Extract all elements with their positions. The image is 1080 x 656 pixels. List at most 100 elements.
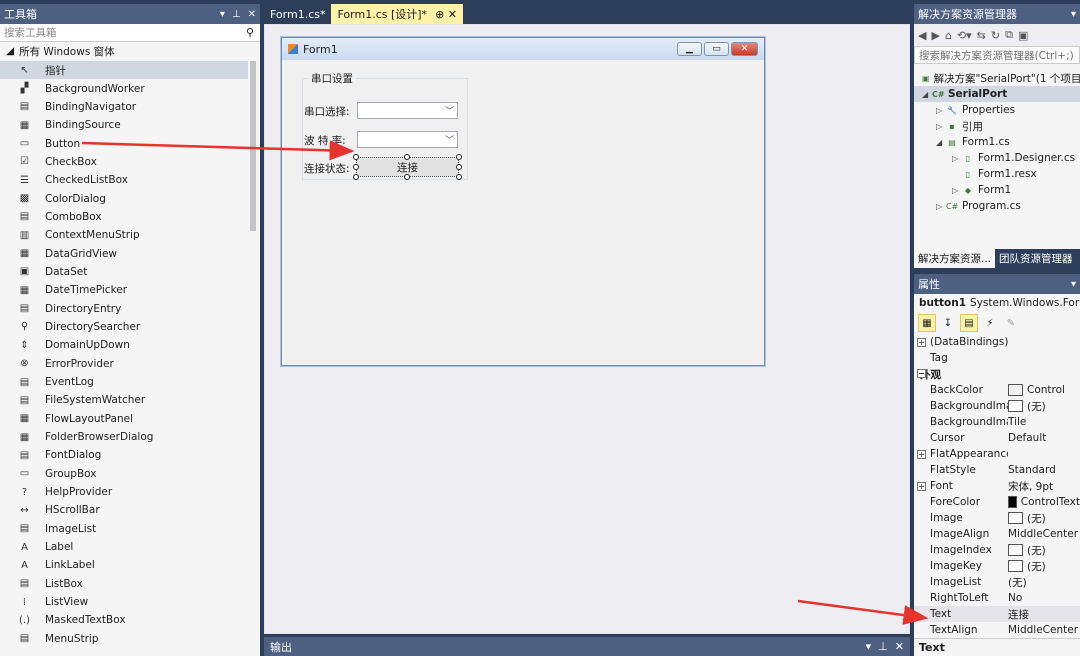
property-row[interactable]: + FlatAppearance [914, 446, 1080, 462]
toolbox-item[interactable]: ▤ DirectoryEntry [0, 299, 248, 317]
maximize-icon[interactable]: ▭ [704, 42, 729, 56]
resize-handle[interactable] [353, 164, 359, 170]
toolbox-item[interactable]: ▦ FlowLayoutPanel [0, 410, 248, 428]
status-label[interactable]: 连接状态: [304, 161, 350, 176]
toolbox-item[interactable]: ▞ BackgroundWorker [0, 79, 248, 97]
toolbox-item[interactable]: A LinkLabel [0, 556, 248, 574]
refresh-icon[interactable]: ↻ [991, 29, 1000, 42]
baud-combobox[interactable]: ﹀ [357, 131, 458, 148]
expand-plus-icon[interactable]: + [917, 450, 926, 459]
property-value-cell[interactable]: 连接 [1008, 607, 1080, 622]
baud-label[interactable]: 波 特 率: [304, 133, 346, 148]
tree-item[interactable]: ▯ Form1.resx [914, 166, 1080, 182]
output-panel-bar[interactable]: 输出 ▾ ⊥ ✕ [264, 637, 910, 656]
tree-item[interactable]: ▷ ◆ Form1 [914, 182, 1080, 198]
expand-arrow-icon[interactable]: ◢ [936, 138, 946, 147]
property-row[interactable]: ImageList (无) [914, 574, 1080, 590]
show-all-icon[interactable]: ▣ [1018, 29, 1028, 42]
tree-item[interactable]: ◢ C# SerialPort [914, 86, 1080, 102]
property-value-cell[interactable]: (无) [1008, 543, 1080, 558]
property-value-cell[interactable]: Default [1008, 432, 1080, 444]
property-value-cell[interactable]: ControlText [1008, 496, 1080, 508]
property-value-cell[interactable]: MiddleCenter [1008, 624, 1080, 636]
property-category[interactable]: − 外观 [914, 366, 1080, 382]
property-value-cell[interactable]: MiddleCenter [1008, 528, 1080, 540]
property-value-cell[interactable]: (无) [1008, 559, 1080, 574]
pin-icon[interactable]: ⊥ [878, 640, 888, 653]
expand-arrow-icon[interactable]: ▷ [936, 122, 946, 131]
toolbox-group-header[interactable]: ◢ 所有 Windows 窗体 [0, 42, 260, 60]
expand-arrow-icon[interactable]: ▷ [936, 202, 946, 211]
toolbox-item[interactable]: ▦ DateTimePicker [0, 281, 248, 299]
history-icon[interactable]: ⟲▾ [957, 29, 972, 42]
design-surface[interactable]: Form1 ▁ ▭ ✕ 串口设置 串口选择: ﹀ 波 特 率: ﹀ 连接状态: … [264, 24, 910, 634]
property-row[interactable]: ImageKey (无) [914, 558, 1080, 574]
resize-handle[interactable] [456, 164, 462, 170]
minimize-icon[interactable]: ▁ [677, 42, 702, 56]
events-lightning-icon[interactable]: ⚡ [981, 314, 999, 332]
solution-tab[interactable]: 团队资源管理器 [995, 249, 1077, 268]
property-value-cell[interactable]: (无) [1008, 575, 1080, 590]
sync-icon[interactable]: ⇆ [977, 29, 986, 42]
property-value-cell[interactable]: Control [1008, 384, 1080, 396]
close-window-icon[interactable]: ✕ [731, 42, 758, 56]
property-value-cell[interactable]: 宋体, 9pt [1008, 479, 1080, 494]
property-row[interactable]: Tag [914, 350, 1080, 366]
tree-item[interactable]: ◢ ▤ Form1.cs [914, 134, 1080, 150]
tree-item[interactable]: ▷ 🔧 Properties [914, 102, 1080, 118]
property-row[interactable]: FlatStyle Standard [914, 462, 1080, 478]
toolbox-item[interactable]: ⁞ ListView [0, 593, 248, 611]
property-row[interactable]: TextAlign MiddleCenter [914, 622, 1080, 638]
property-row[interactable]: BackColor Control [914, 382, 1080, 398]
toolbox-item[interactable]: (.) MaskedTextBox [0, 611, 248, 629]
property-value-cell[interactable]: (无) [1008, 399, 1080, 414]
dropdown-icon[interactable]: ▾ [1071, 9, 1076, 20]
tree-item[interactable]: ▷ ▪ 引用 [914, 118, 1080, 134]
property-value-cell[interactable]: Tile [1008, 416, 1080, 428]
toolbox-scrollbar[interactable] [250, 61, 256, 231]
alphabetical-icon[interactable]: ↧ [939, 314, 957, 332]
home-icon[interactable]: ⌂ [945, 29, 952, 42]
collapse-minus-icon[interactable]: − [917, 368, 926, 378]
resize-handle[interactable] [353, 154, 359, 160]
expand-arrow-icon[interactable]: ◢ [922, 90, 932, 99]
property-value-cell[interactable]: (无) [1008, 511, 1080, 526]
property-row[interactable]: Image (无) [914, 510, 1080, 526]
expand-plus-icon[interactable]: + [917, 338, 926, 347]
expand-plus-icon[interactable]: + [917, 482, 926, 491]
property-row[interactable]: + Font 宋体, 9pt [914, 478, 1080, 494]
property-pages-icon[interactable]: ✎ [1002, 314, 1020, 332]
toolbox-item[interactable]: ⊗ ErrorProvider [0, 355, 248, 373]
toolbox-item[interactable]: ▤ EventLog [0, 373, 248, 391]
categorized-icon[interactable]: ▦ [918, 314, 936, 332]
toolbox-item[interactable]: ↔ HScrollBar [0, 501, 248, 519]
toolbox-item[interactable]: ▤ BindingNavigator [0, 98, 248, 116]
property-row[interactable]: ImageAlign MiddleCenter [914, 526, 1080, 542]
toolbox-item[interactable]: ▦ DataGridView [0, 244, 248, 262]
toolbox-item[interactable]: ▤ MenuStrip [0, 630, 248, 648]
resize-handle[interactable] [404, 174, 410, 180]
search-icon[interactable]: ⚲ [246, 26, 254, 39]
toolbox-item[interactable]: ⚲ DirectorySearcher [0, 318, 248, 336]
toolbox-item[interactable]: A Label [0, 538, 248, 556]
toolbox-item[interactable]: ⇕ DomainUpDown [0, 336, 248, 354]
property-row[interactable]: BackgroundImage (无) [914, 398, 1080, 414]
property-row[interactable]: BackgroundImageLayoutTile [914, 414, 1080, 430]
expand-arrow-icon[interactable]: ▷ [952, 186, 962, 195]
property-row[interactable]: Text 连接 [914, 606, 1080, 622]
port-label[interactable]: 串口选择: [304, 104, 350, 119]
toolbox-item[interactable]: ☰ CheckedListBox [0, 171, 248, 189]
property-row[interactable]: ForeColor ControlText [914, 494, 1080, 510]
form-client-area[interactable]: 串口设置 串口选择: ﹀ 波 特 率: ﹀ 连接状态: 连接 [286, 64, 760, 361]
toolbox-item[interactable]: ▦ BindingSource [0, 116, 248, 134]
toolbox-search-input[interactable]: 搜索工具箱 ⚲ [0, 24, 260, 42]
resize-handle[interactable] [456, 174, 462, 180]
close-icon[interactable]: ✕ [248, 9, 256, 20]
pin-close-icon[interactable]: ⊕ ✕ [435, 8, 457, 21]
back-icon[interactable]: ◀ [918, 29, 926, 42]
toolbox-item[interactable]: ▤ ComboBox [0, 208, 248, 226]
resize-handle[interactable] [404, 154, 410, 160]
toolbox-item[interactable]: ▣ DataSet [0, 263, 248, 281]
close-icon[interactable]: ✕ [895, 640, 904, 653]
dropdown-icon[interactable]: ▾ [866, 640, 872, 653]
